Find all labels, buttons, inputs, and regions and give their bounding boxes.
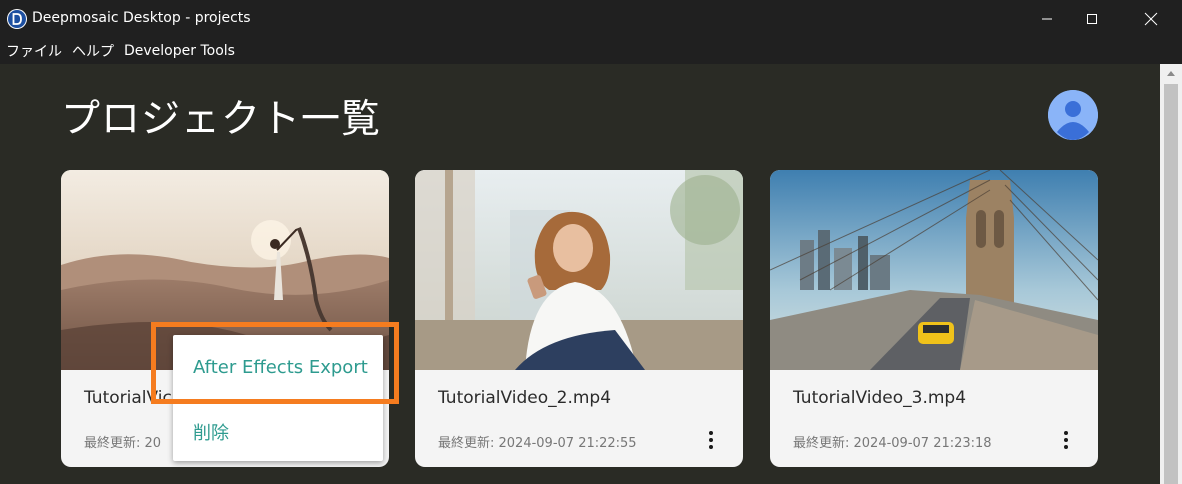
project-last-updated: 最終更新: 2024-09-07 21:23:18 [793,436,992,451]
vertical-scrollbar[interactable] [1160,64,1182,484]
menu-developer-tools[interactable]: Developer Tools [124,43,235,59]
title-bar: Deepmosaic Desktop - projects [0,0,1182,38]
close-button[interactable] [1124,0,1178,38]
project-title: TutorialVideo_2.mp4 [438,388,612,408]
app-logo-icon [7,9,27,29]
project-title: TutorialVideo_3.mp4 [793,388,967,408]
project-thumbnail[interactable] [415,170,743,370]
scroll-up-icon[interactable] [1160,64,1182,82]
project-card[interactable]: TutorialVideo_3.mp4 最終更新: 2024-09-07 21:… [770,170,1098,467]
menu-file[interactable]: ファイル [6,41,62,61]
scroll-thumb[interactable] [1164,84,1178,484]
project-context-menu: After Effects Export 削除 [173,335,383,461]
menu-bar: ファイル ヘルプ Developer Tools [0,38,1182,64]
minimize-icon [1042,18,1052,20]
project-title: TutorialVic [84,388,172,408]
more-options-icon[interactable] [1056,427,1076,453]
user-avatar-button[interactable] [1048,90,1098,140]
maximize-icon [1087,14,1097,24]
window-title: Deepmosaic Desktop - projects [32,10,251,26]
project-card[interactable]: TutorialVideo_2.mp4 最終更新: 2024-09-07 21:… [415,170,743,467]
menu-item-after-effects-export[interactable]: After Effects Export [193,357,368,378]
close-icon [1144,12,1158,26]
project-thumbnail[interactable] [770,170,1098,370]
menu-item-delete[interactable]: 削除 [193,419,229,445]
page-title: プロジェクト一覧 [61,97,382,142]
user-avatar-icon [1048,90,1098,140]
project-last-updated: 最終更新: 2024-09-07 21:22:55 [438,436,637,451]
menu-help[interactable]: ヘルプ [72,41,114,61]
project-last-updated: 最終更新: 20 [84,436,162,451]
more-options-icon[interactable] [701,427,721,453]
maximize-button[interactable] [1065,0,1119,38]
app-window: Deepmosaic Desktop - projects ファイル ヘルプ D… [0,0,1182,484]
